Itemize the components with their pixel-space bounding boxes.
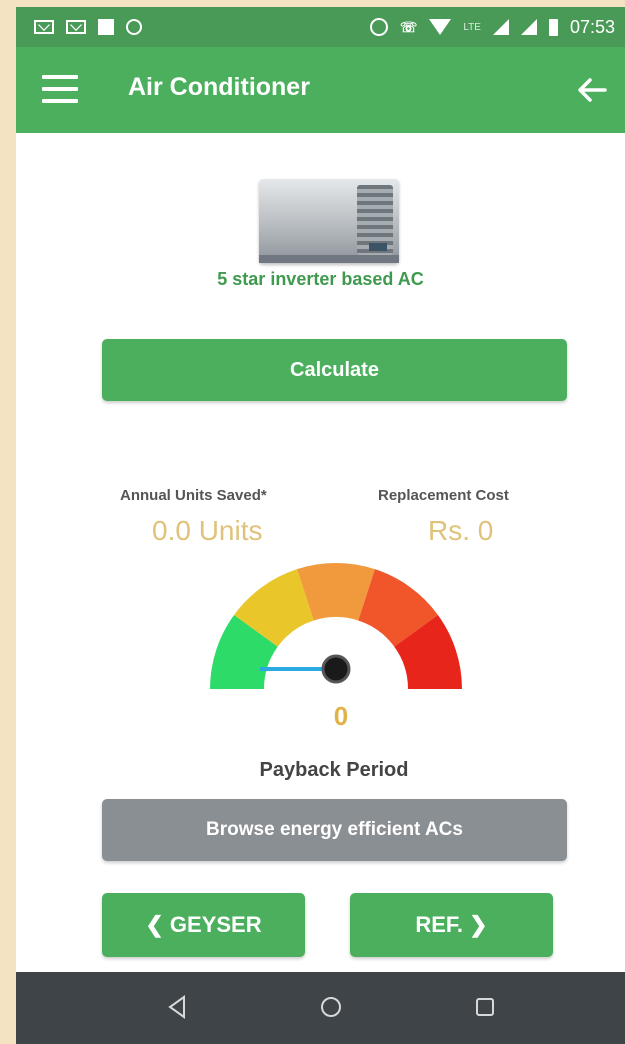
page-title: Air Conditioner [128, 73, 310, 101]
annual-units-label: Annual Units Saved* [120, 487, 267, 504]
app-bar: Air Conditioner [16, 47, 625, 133]
phone-screen: ☏ LTE 07:53 Air Conditioner 5 star inver… [16, 7, 625, 1044]
geyser-label: GEYSER [169, 912, 262, 937]
annual-units-value: 0.0 Units [152, 515, 263, 546]
product-name: 5 star inverter based AC [217, 269, 424, 289]
browse-efficient-acs-button[interactable]: Browse energy efficient ACs [102, 799, 567, 861]
mail-icon [34, 20, 54, 34]
ref-button[interactable]: REF. ❯ [350, 893, 553, 957]
chevron-left-icon: ❮ [145, 912, 170, 937]
lte-label: LTE [463, 21, 481, 33]
payback-gauge [210, 563, 462, 689]
status-time: 07:53 [569, 16, 615, 37]
signal-icon [520, 19, 537, 35]
phone-lte-icon: ☏ [399, 18, 418, 35]
gauge-value: 0 [333, 701, 349, 731]
chevron-right-icon: ❯ [463, 912, 488, 937]
calculate-button[interactable]: Calculate [102, 339, 567, 401]
geyser-button[interactable]: ❮ GEYSER [102, 893, 305, 957]
air-conditioner-image [259, 179, 399, 263]
payback-period-label: Payback Period [259, 759, 409, 781]
battery-icon [548, 18, 558, 36]
ref-label: REF. [415, 912, 464, 937]
menu-icon[interactable] [42, 75, 78, 103]
image-icon [98, 19, 114, 35]
wifi-icon [429, 19, 452, 35]
sync-icon [126, 19, 142, 35]
back-arrow-icon[interactable] [575, 73, 609, 107]
mail-icon [66, 20, 86, 34]
replacement-cost-value: Rs. 0 [428, 515, 494, 546]
back-triangle-icon[interactable] [164, 994, 190, 1020]
replacement-cost-label: Replacement Cost [378, 487, 509, 504]
status-bar: ☏ LTE 07:53 [16, 7, 625, 47]
gauge-needle-hub [321, 654, 351, 684]
system-navigation-bar [16, 972, 625, 1044]
alarm-icon [369, 18, 388, 36]
recents-square-icon[interactable] [472, 994, 498, 1020]
status-icons-left [34, 19, 142, 35]
signal-icon [492, 19, 509, 35]
home-circle-icon[interactable] [318, 994, 344, 1020]
status-icons-right: ☏ LTE 07:53 [369, 16, 615, 38]
